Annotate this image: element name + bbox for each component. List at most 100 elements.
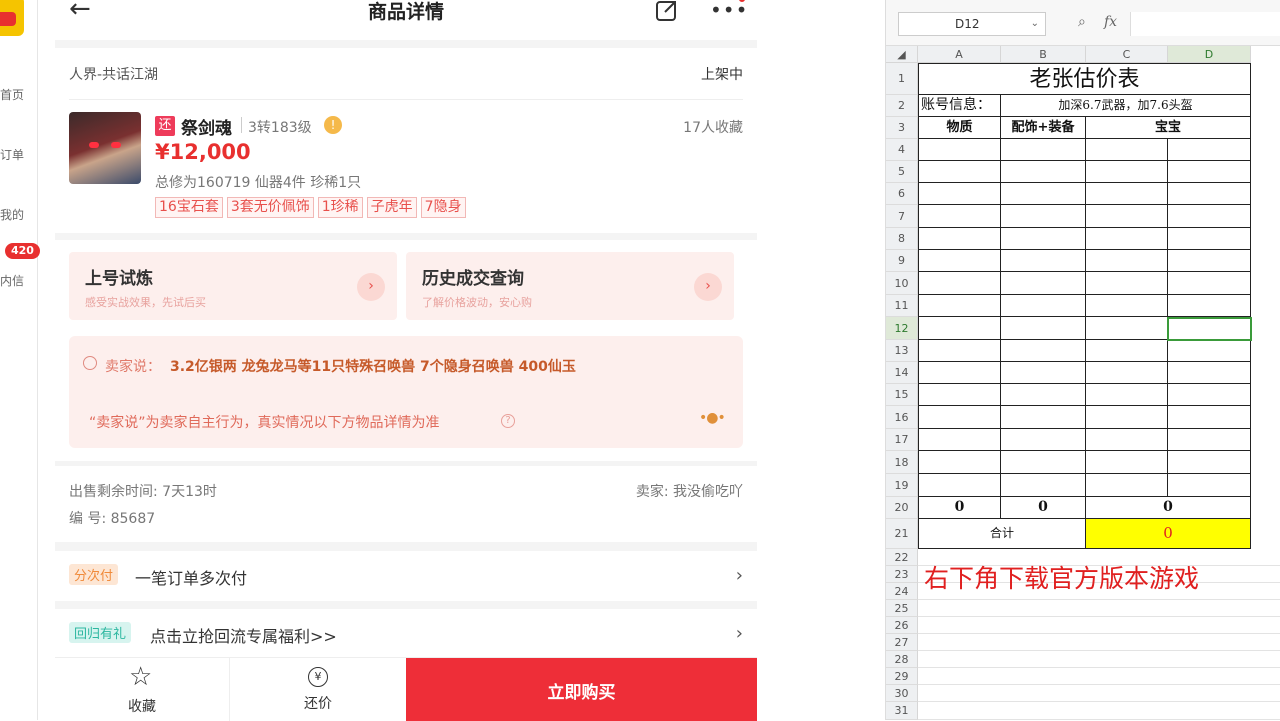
- grid-cell[interactable]: [1086, 451, 1168, 474]
- grid-cell[interactable]: [1168, 250, 1251, 272]
- installment-row[interactable]: 分次付 一笔订单多次付 ›: [55, 551, 757, 601]
- grid-cell[interactable]: [918, 228, 1001, 250]
- name-box[interactable]: D12 ⌄: [898, 12, 1046, 36]
- row-header[interactable]: 11: [886, 295, 918, 317]
- row-header[interactable]: 3: [886, 117, 918, 139]
- grid-cell[interactable]: [1086, 362, 1168, 384]
- row-header[interactable]: 16: [886, 406, 918, 429]
- nav-item-messages[interactable]: 内信: [0, 272, 38, 289]
- grid-cell[interactable]: [1001, 429, 1086, 451]
- row-header[interactable]: 30: [886, 685, 918, 702]
- grid-cell[interactable]: [1001, 451, 1086, 474]
- grid-cell[interactable]: [1001, 474, 1086, 497]
- column-header[interactable]: B: [1001, 46, 1086, 63]
- total-label-cell[interactable]: 合计: [918, 519, 1086, 549]
- select-all-corner[interactable]: ◢: [886, 46, 918, 63]
- grid-cell[interactable]: [1168, 183, 1251, 205]
- grid-cell[interactable]: [1086, 474, 1168, 497]
- row-header[interactable]: 6: [886, 183, 918, 205]
- row-header[interactable]: 15: [886, 384, 918, 406]
- grid-cell[interactable]: [918, 340, 1001, 362]
- row-header[interactable]: 5: [886, 161, 918, 183]
- row-header[interactable]: 26: [886, 617, 918, 634]
- grid-cell[interactable]: [1001, 295, 1086, 317]
- column-header[interactable]: A: [918, 46, 1001, 63]
- total-value-cell[interactable]: 0: [1086, 519, 1251, 549]
- grid-cell[interactable]: [918, 161, 1001, 183]
- grid-cell[interactable]: [1086, 228, 1168, 250]
- row-header[interactable]: 13: [886, 340, 918, 362]
- grid-cell[interactable]: [1168, 362, 1251, 384]
- bargain-button[interactable]: ¥ 还价: [230, 658, 406, 721]
- grid-cell[interactable]: [1168, 474, 1251, 497]
- grid-cell[interactable]: [1168, 295, 1251, 317]
- row-header[interactable]: 22: [886, 549, 918, 566]
- grid-cell[interactable]: [918, 474, 1001, 497]
- grid-cell[interactable]: [1001, 362, 1086, 384]
- grid-cell[interactable]: [1168, 429, 1251, 451]
- selected-cell-D12[interactable]: [1167, 317, 1252, 341]
- row-header[interactable]: 17: [886, 429, 918, 451]
- share-icon[interactable]: [655, 0, 679, 22]
- grid-cell[interactable]: [1001, 183, 1086, 205]
- row-header[interactable]: 28: [886, 651, 918, 668]
- grid-cell[interactable]: [1001, 272, 1086, 295]
- grid-cell[interactable]: [1001, 250, 1086, 272]
- function-icon[interactable]: fx: [1104, 14, 1117, 30]
- character-avatar[interactable]: [69, 112, 141, 184]
- sum-cell[interactable]: 0: [1086, 497, 1251, 519]
- grid-cell[interactable]: [918, 429, 1001, 451]
- grid-cell[interactable]: [1086, 139, 1168, 161]
- grid-cell[interactable]: [918, 205, 1001, 228]
- row-header[interactable]: 4: [886, 139, 918, 161]
- row-header[interactable]: 7: [886, 205, 918, 228]
- column-header-selected[interactable]: D: [1168, 46, 1251, 63]
- row-header[interactable]: 14: [886, 362, 918, 384]
- grid-cell[interactable]: [918, 451, 1001, 474]
- row-header[interactable]: 23: [886, 566, 918, 583]
- grid-cell[interactable]: [1168, 272, 1251, 295]
- header-cell[interactable]: 配饰+装备: [1001, 117, 1086, 139]
- grid-cell[interactable]: [1086, 183, 1168, 205]
- row-header[interactable]: 18: [886, 451, 918, 474]
- column-header[interactable]: C: [1086, 46, 1168, 63]
- account-label-cell[interactable]: 账号信息：: [918, 95, 1001, 117]
- grid-cell[interactable]: [1168, 406, 1251, 429]
- grid-cell[interactable]: [918, 317, 1001, 340]
- grid-cell[interactable]: [1086, 205, 1168, 228]
- row-header[interactable]: 10: [886, 272, 918, 295]
- favorite-button[interactable]: ☆ 收藏: [55, 658, 230, 721]
- grid-cell[interactable]: [918, 139, 1001, 161]
- trial-login-card[interactable]: 上号试炼 感受实战效果，先试后买 ›: [69, 252, 397, 320]
- row-header[interactable]: 20: [886, 497, 918, 519]
- grid-cell[interactable]: [1001, 228, 1086, 250]
- help-icon[interactable]: ?: [501, 414, 515, 428]
- grid-cell[interactable]: [1168, 139, 1251, 161]
- row-header[interactable]: 31: [886, 702, 918, 720]
- row-header[interactable]: 9: [886, 250, 918, 272]
- row-header[interactable]: 27: [886, 634, 918, 651]
- grid-cell[interactable]: [918, 384, 1001, 406]
- row-header[interactable]: 24: [886, 583, 918, 600]
- grid-cell[interactable]: [1086, 250, 1168, 272]
- grid-cell[interactable]: [1086, 340, 1168, 362]
- buy-now-button[interactable]: 立即购买: [406, 658, 757, 721]
- grid-cell[interactable]: [1001, 139, 1086, 161]
- row-header[interactable]: 21: [886, 519, 918, 549]
- grid-cell[interactable]: [918, 272, 1001, 295]
- grid-cell[interactable]: [1001, 340, 1086, 362]
- grid-cell[interactable]: [1086, 429, 1168, 451]
- sheet-title[interactable]: 老张估价表: [918, 63, 1251, 95]
- info-icon[interactable]: !: [324, 116, 342, 134]
- grid-cell[interactable]: [1001, 205, 1086, 228]
- grid-cell[interactable]: [1168, 161, 1251, 183]
- app-logo[interactable]: [0, 0, 24, 36]
- grid-cell[interactable]: [1168, 340, 1251, 362]
- grid-cell[interactable]: [1086, 295, 1168, 317]
- row-header[interactable]: 2: [886, 95, 918, 117]
- nav-item-mine[interactable]: 我的: [0, 206, 38, 223]
- grid-cell[interactable]: [918, 406, 1001, 429]
- grid-cell[interactable]: [1168, 205, 1251, 228]
- grid-cell[interactable]: [918, 250, 1001, 272]
- row-header[interactable]: 8: [886, 228, 918, 250]
